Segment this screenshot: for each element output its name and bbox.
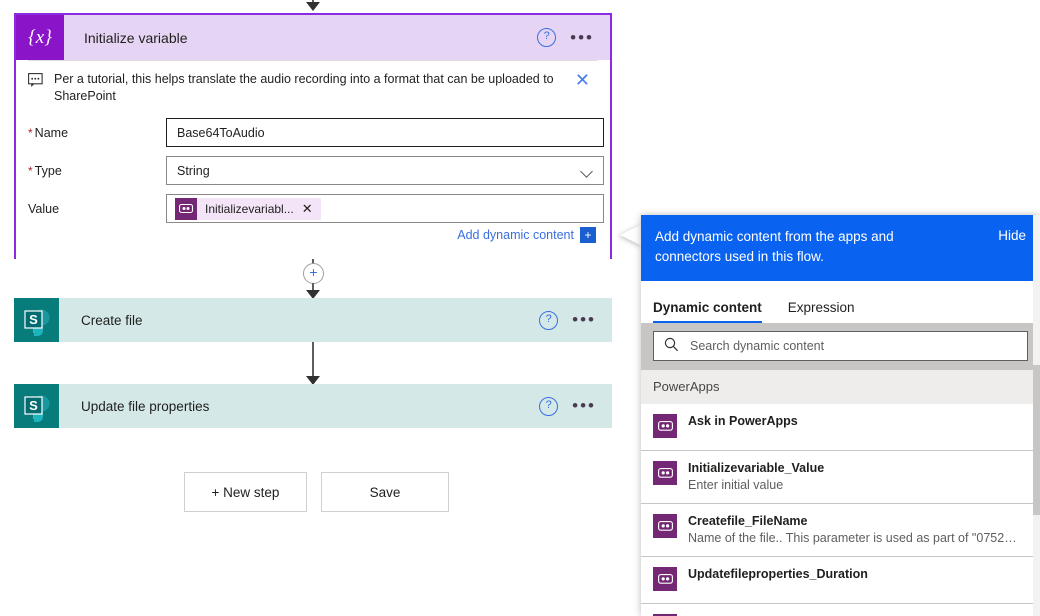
card-body: Per a tutorial, this helps translate the…: [16, 60, 610, 259]
powerapps-token-icon: [653, 414, 677, 438]
description-row: Per a tutorial, this helps translate the…: [16, 61, 610, 109]
dynamic-content-panel: Add dynamic content from the apps and co…: [641, 215, 1040, 616]
field-label-type: * Type: [28, 163, 62, 178]
list-item[interactable]: Ask in PowerApps: [641, 404, 1040, 451]
list-item-title: Createfile_FileName: [688, 514, 808, 528]
list-item-subtitle: Name of the file.. This parameter is use…: [688, 531, 1018, 545]
card-title: Initialize variable: [84, 29, 188, 46]
list-item-title: Updatefileproperties_Duration: [688, 567, 868, 581]
list-item-title: Initializevariable_Value: [688, 461, 825, 475]
add-dynamic-content-plus-icon[interactable]: +: [580, 227, 596, 243]
name-input[interactable]: Base64ToAudio: [166, 118, 604, 147]
close-icon[interactable]: ✕: [575, 71, 590, 89]
value-input[interactable]: Initializevariabl... ✕: [166, 194, 604, 223]
new-step-button[interactable]: + New step: [184, 472, 307, 512]
dynamic-content-list: Ask in PowerApps Initializevariable_Valu…: [641, 404, 1040, 616]
ellipsis-icon[interactable]: •••: [572, 311, 602, 328]
list-item[interactable]: Createfile_FileName Name of the file.. T…: [641, 504, 1040, 557]
list-item-text: Createfile_FileName Name of the file.. T…: [677, 513, 1018, 547]
field-label-name: * Name: [28, 125, 69, 140]
sharepoint-icon: S: [14, 384, 59, 428]
search-icon: [664, 337, 679, 355]
sharepoint-icon: S: [14, 298, 59, 342]
search-input[interactable]: Search dynamic content: [653, 331, 1028, 361]
powerapps-token-icon: [653, 461, 677, 485]
list-item[interactable]: [641, 604, 1040, 616]
panel-scrollbar-thumb[interactable]: [1033, 365, 1040, 515]
variable-braces-icon: {x}: [16, 15, 64, 60]
comment-icon: [28, 71, 50, 91]
help-circle-icon[interactable]: ?: [539, 310, 559, 330]
panel-tabs: Dynamic content Expression: [641, 281, 1040, 323]
type-select[interactable]: String: [166, 156, 604, 185]
list-item[interactable]: Initializevariable_Value Enter initial v…: [641, 451, 1040, 504]
tab-dynamic-content[interactable]: Dynamic content: [653, 300, 762, 323]
dynamic-content-token[interactable]: Initializevariabl... ✕: [175, 197, 321, 220]
ellipsis-icon[interactable]: •••: [572, 397, 602, 414]
card-header-actions: ? •••: [539, 298, 602, 342]
card-header-actions: ? •••: [537, 15, 600, 60]
list-item-text: Ask in PowerApps: [677, 413, 798, 429]
add-dynamic-content-row[interactable]: Add dynamic content +: [457, 227, 596, 243]
field-row-type: * Type String: [16, 156, 610, 185]
description-text: Per a tutorial, this helps translate the…: [54, 72, 554, 103]
add-dynamic-content-link[interactable]: Add dynamic content: [457, 228, 574, 242]
name-input-value: Base64ToAudio: [177, 125, 265, 140]
help-circle-icon[interactable]: ?: [537, 28, 557, 47]
panel-callout-beak: [620, 224, 642, 246]
powerapps-token-icon: [653, 514, 677, 538]
type-select-value: String: [177, 163, 210, 178]
group-header-powerapps: PowerApps: [641, 370, 1040, 404]
card-title: Create file: [81, 312, 143, 328]
field-row-value: Value Initializevariabl... ✕: [16, 194, 610, 223]
card-title: Update file properties: [81, 398, 210, 414]
ellipsis-icon[interactable]: •••: [570, 29, 600, 46]
panel-header-text: Add dynamic content from the apps and co…: [655, 229, 894, 264]
list-item-title: Ask in PowerApps: [688, 414, 798, 428]
connector-arrow-top: [306, 2, 320, 11]
connector-line-2: [312, 342, 314, 380]
panel-header: Add dynamic content from the apps and co…: [641, 215, 1040, 281]
list-item-text: Initializevariable_Value Enter initial v…: [677, 460, 824, 494]
save-button[interactable]: Save: [321, 472, 449, 512]
token-remove-icon[interactable]: ✕: [302, 202, 313, 215]
action-card-initialize-variable[interactable]: {x} Initialize variable ? ••• Per a tuto…: [14, 13, 612, 259]
required-asterisk: *: [28, 163, 33, 178]
help-circle-icon[interactable]: ?: [539, 396, 559, 416]
field-row-name: * Name Base64ToAudio: [16, 118, 610, 147]
action-card-create-file[interactable]: S Create file ? •••: [14, 298, 612, 342]
svg-text:S: S: [29, 312, 38, 327]
action-card-update-file-properties[interactable]: S Update file properties ? •••: [14, 384, 612, 428]
token-label: Initializevariabl...: [205, 201, 294, 216]
card-header-actions: ? •••: [539, 384, 602, 428]
panel-scrollbar[interactable]: [1033, 215, 1040, 616]
field-label-value: Value: [28, 201, 60, 216]
chevron-down-icon: [580, 165, 593, 178]
list-item-subtitle: Enter initial value: [688, 478, 784, 492]
flow-designer-canvas: {x} Initialize variable ? ••• Per a tuto…: [0, 0, 640, 616]
required-asterisk: *: [28, 125, 33, 140]
list-item[interactable]: Updatefileproperties_Duration: [641, 557, 1040, 604]
search-container: Search dynamic content: [641, 323, 1040, 370]
card-header[interactable]: {x} Initialize variable ? •••: [16, 15, 610, 60]
search-placeholder: Search dynamic content: [690, 339, 825, 353]
insert-step-button[interactable]: +: [303, 263, 324, 284]
svg-text:S: S: [29, 398, 38, 413]
tab-expression[interactable]: Expression: [788, 300, 855, 323]
powerapps-token-icon: [653, 567, 677, 591]
hide-panel-button[interactable]: Hide: [998, 227, 1026, 243]
list-item-text: Updatefileproperties_Duration: [677, 566, 868, 582]
powerapps-token-icon: [175, 197, 197, 220]
